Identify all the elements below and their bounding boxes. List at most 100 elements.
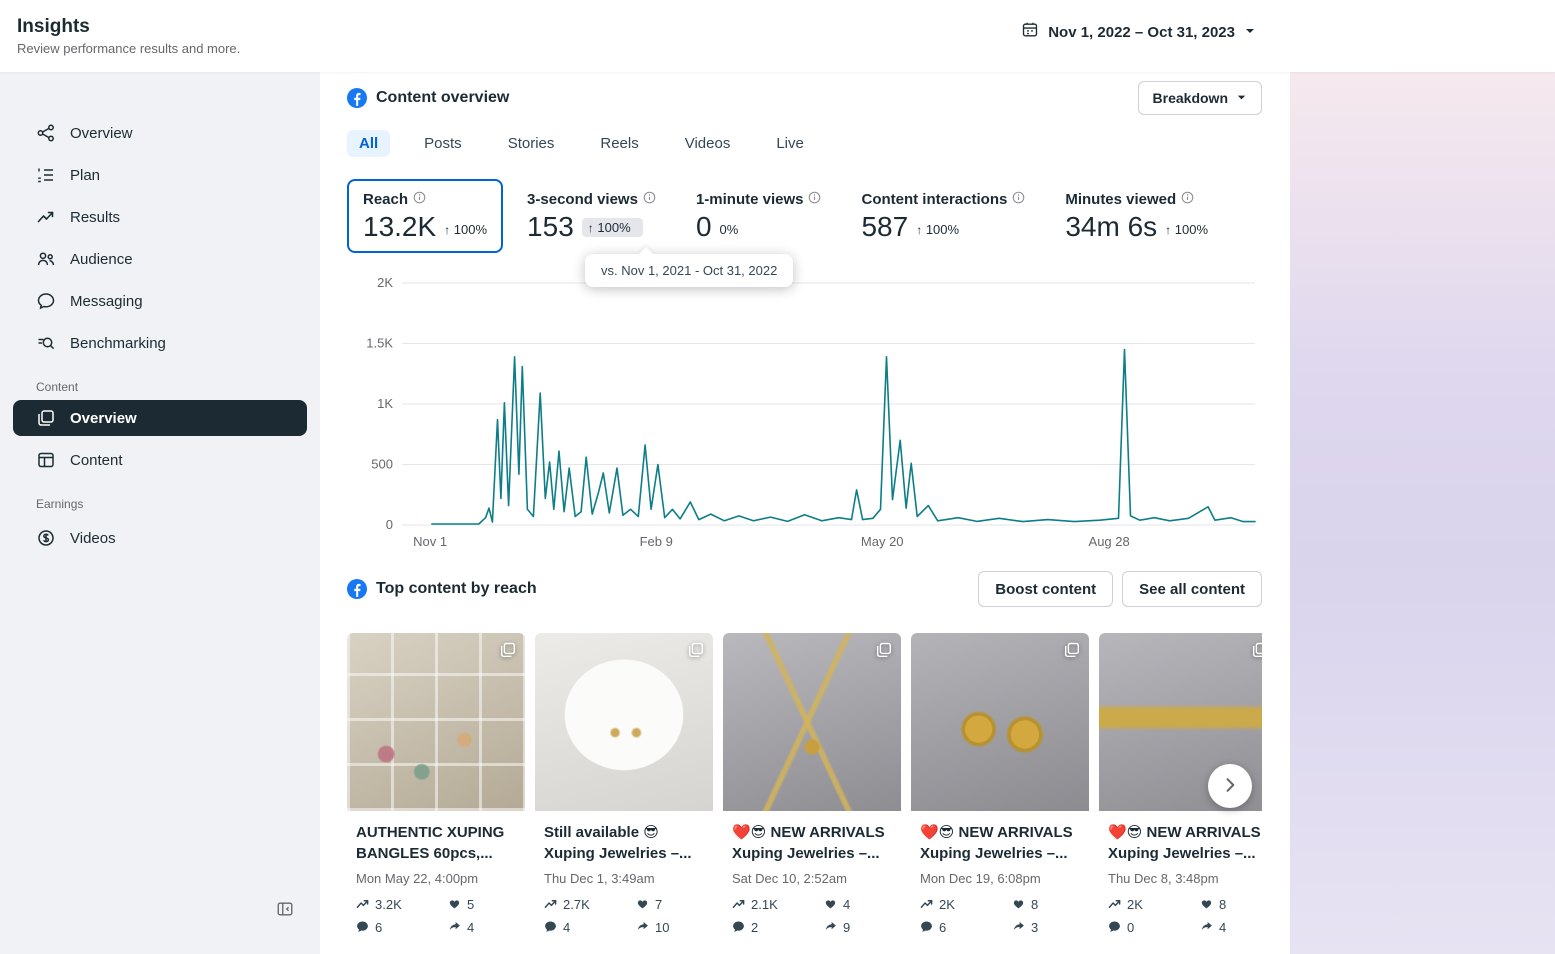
content-card[interactable]: ❤️😎 NEW ARRIVALS Xuping Jewelries –... S… <box>723 633 901 936</box>
post-date: Mon Dec 19, 6:08pm <box>920 870 1041 886</box>
insights-page: Insights Review performance results and … <box>0 0 1555 954</box>
post-title: ❤️😎 NEW ARRIVALS Xuping Jewelries –... <box>920 824 1073 862</box>
svg-text:1.5K: 1.5K <box>366 336 393 351</box>
post-shares: 10 <box>655 920 670 936</box>
info-icon[interactable] <box>1012 191 1025 208</box>
svg-text:Nov 1: Nov 1 <box>413 534 447 549</box>
trend-up-icon: ↑ <box>587 221 594 236</box>
post-thumbnail <box>535 633 713 812</box>
posts-stack-icon <box>36 408 56 428</box>
results-icon <box>36 207 56 227</box>
metric-1-minute-views[interactable]: 1-minute views 0 0% <box>680 179 838 253</box>
post-shares: 9 <box>843 920 851 936</box>
boost-content-button[interactable]: Boost content <box>978 571 1114 608</box>
content-overview-title: Content overview <box>376 89 510 106</box>
reach-line-chart: 2K 1.5K 1K 500 0 Nov 1 Feb 9 May 20 Aug 28 <box>347 267 1262 553</box>
post-comments: 0 <box>1127 920 1135 936</box>
tab-videos[interactable]: Videos <box>673 130 743 157</box>
post-comments: 6 <box>939 920 947 936</box>
sidebar-item-content-content[interactable]: Content <box>0 439 320 481</box>
metric-label: Minutes viewed <box>1065 191 1177 208</box>
chevron-down-icon <box>1244 24 1256 41</box>
photo-stack-icon <box>1251 641 1262 664</box>
photo-stack-icon <box>687 641 705 664</box>
tab-live[interactable]: Live <box>764 130 816 157</box>
post-shares: 4 <box>1219 920 1227 936</box>
dollar-circle-icon <box>36 528 56 548</box>
collapse-sidebar-icon <box>276 902 294 921</box>
post-shares: 4 <box>467 920 475 936</box>
sidebar-item-label: Overview <box>70 124 133 142</box>
post-title: ❤️😎 NEW ARRIVALS Xuping Jewelries –... <box>732 824 885 862</box>
svg-text:2K: 2K <box>377 275 393 290</box>
comment-icon <box>356 920 369 936</box>
heart-icon <box>448 897 461 913</box>
post-likes: 8 <box>1219 897 1227 913</box>
reach-icon <box>544 897 557 913</box>
sidebar-item-messaging[interactable]: Messaging <box>0 280 320 322</box>
metric-reach[interactable]: Reach 13.2K ↑ 100% <box>347 179 504 254</box>
post-reach: 2K <box>1127 897 1143 913</box>
sidebar-item-label: Overview <box>70 409 137 427</box>
see-all-content-button[interactable]: See all content <box>1122 571 1262 608</box>
sidebar-item-label: Benchmarking <box>70 334 166 352</box>
photo-stack-icon <box>499 641 517 664</box>
metric-change: 100% <box>453 222 488 238</box>
post-reach: 3.2K <box>375 897 402 913</box>
post-likes: 7 <box>655 897 663 913</box>
comparison-tooltip: vs. Nov 1, 2021 - Oct 31, 2022 <box>585 254 794 288</box>
info-icon[interactable] <box>1181 191 1194 208</box>
top-content-title: Top content by reach <box>376 580 537 598</box>
svg-text:Aug 28: Aug 28 <box>1089 534 1130 549</box>
sidebar-item-results[interactable]: Results <box>0 196 320 238</box>
tab-posts[interactable]: Posts <box>412 130 474 157</box>
metric-value: 13.2K <box>363 211 437 242</box>
date-range-picker[interactable]: Nov 1, 2022 – Oct 31, 2023 <box>1015 20 1262 44</box>
metric-change: 0% <box>719 222 739 238</box>
post-comments: 2 <box>751 920 759 936</box>
tab-reels[interactable]: Reels <box>588 130 650 157</box>
metric-value: 34m 6s <box>1065 211 1158 242</box>
tab-stories[interactable]: Stories <box>496 130 567 157</box>
benchmarking-icon <box>36 333 56 353</box>
content-card[interactable]: ❤️😎 NEW ARRIVALS Xuping Jewelries –... M… <box>911 633 1089 936</box>
sidebar-item-content-overview[interactable]: Overview <box>13 400 307 436</box>
info-icon[interactable] <box>808 191 821 208</box>
post-thumbnail <box>911 633 1089 812</box>
sidebar-item-overview[interactable]: Overview <box>0 112 320 154</box>
metric-3-second-views[interactable]: 3-second views 153 ↑ 100% <box>511 179 672 253</box>
reach-icon <box>920 897 933 913</box>
post-comments: 4 <box>563 920 571 936</box>
post-reach: 2K <box>939 897 955 913</box>
comment-icon <box>1108 920 1121 936</box>
content-type-tabs: All Posts Stories Reels Videos Live <box>347 130 1262 157</box>
sidebar-item-plan[interactable]: Plan <box>0 154 320 196</box>
content-card[interactable]: Still available 😎 Xuping Jewelries –... … <box>535 633 713 936</box>
post-comments: 6 <box>375 920 383 936</box>
info-icon[interactable] <box>413 191 426 208</box>
info-icon[interactable] <box>643 191 656 208</box>
metric-minutes-viewed[interactable]: Minutes viewed 34m 6s ↑ 100% <box>1049 179 1224 253</box>
sidebar-item-label: Audience <box>70 250 133 268</box>
sidebar-item-benchmarking[interactable]: Benchmarking <box>0 322 320 364</box>
metric-value: 0 <box>695 211 712 242</box>
sidebar-item-videos[interactable]: Videos <box>0 517 320 559</box>
sidebar-collapse-button[interactable] <box>276 900 294 921</box>
comment-icon <box>920 920 933 936</box>
metric-value: 153 <box>527 211 574 242</box>
metric-content-interactions[interactable]: Content interactions 587 ↑ 100% <box>845 179 1041 253</box>
trend-up-icon: ↑ <box>1165 223 1172 238</box>
sidebar-item-audience[interactable]: Audience <box>0 238 320 280</box>
breakdown-button[interactable]: Breakdown <box>1137 81 1262 115</box>
page-title: Insights <box>17 15 90 37</box>
trend-up-icon: ↑ <box>916 223 923 238</box>
breakdown-label: Breakdown <box>1152 90 1228 106</box>
sidebar-item-label: Content <box>70 451 123 469</box>
tab-all[interactable]: All <box>347 130 391 157</box>
comment-icon <box>544 920 557 936</box>
content-card[interactable]: AUTHENTIC XUPING BANGLES 60pcs,... Mon M… <box>347 633 525 936</box>
metric-label: Content interactions <box>861 191 1008 208</box>
post-thumbnail <box>723 633 901 812</box>
heart-icon <box>1012 897 1025 913</box>
table-grid-icon <box>36 450 56 470</box>
